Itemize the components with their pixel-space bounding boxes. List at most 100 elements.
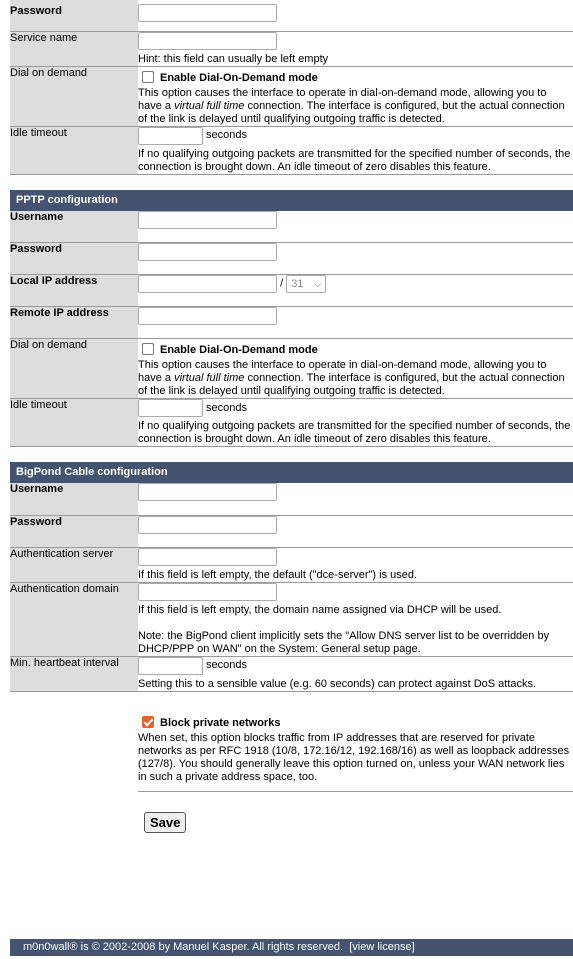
dial-cell: Enable Dial-On-Demand mode This option c… xyxy=(138,66,573,127)
heartbeat-cell: seconds Setting this to a sensible value… xyxy=(138,656,573,692)
dial-checkbox-line: Enable Dial-On-Demand mode xyxy=(138,70,573,85)
block-private-line: Block private networks xyxy=(138,715,573,730)
bigpond-password-input[interactable] xyxy=(138,515,277,534)
block-private-label: Block private networks xyxy=(160,716,281,729)
service-name-hint: Hint: this field can usually be left emp… xyxy=(138,52,329,65)
pptp-dial-row: Dial on demand Enable Dial-On-Demand mod… xyxy=(10,338,573,399)
footer: m0n0wall® is © 2002-2008 by Manuel Kaspe… xyxy=(10,939,573,956)
dial-label: Dial on demand xyxy=(10,66,138,127)
service-name-row: Service name Hint: this field can usuall… xyxy=(10,31,573,67)
pptp-username-label: Username xyxy=(10,210,138,243)
heartbeat-input[interactable] xyxy=(138,656,203,675)
auth-server-hint: If this field is left empty, the default… xyxy=(138,568,418,581)
save-row: Save xyxy=(10,791,573,833)
pptp-username-input[interactable] xyxy=(138,210,277,229)
pptp-idle-cell: seconds If no qualifying outgoing packet… xyxy=(138,398,573,447)
view-license-link[interactable]: [view license] xyxy=(349,941,414,953)
copyright-text: m0n0wall® is © 2002-2008 by Manuel Kaspe… xyxy=(23,941,344,953)
auth-domain-hint: If this field is left empty, the domain … xyxy=(138,603,502,616)
auth-server-cell: If this field is left empty, the default… xyxy=(138,547,573,583)
heartbeat-label: Min. heartbeat interval xyxy=(10,656,138,692)
pptp-dial-cell: Enable Dial-On-Demand mode This option c… xyxy=(138,338,573,399)
dial-on-demand-checkbox[interactable] xyxy=(142,70,154,83)
bigpond-password-row: Password xyxy=(10,515,573,548)
pptp-username-cell xyxy=(138,210,573,243)
subnet-select-value: 31 xyxy=(291,278,304,290)
dial-desc-em: virtual full time xyxy=(174,99,245,112)
pptp-idle-timeout-input[interactable] xyxy=(138,399,203,417)
pptp-idle-units: seconds xyxy=(206,401,247,414)
pptp-section-header: PPTP configuration xyxy=(10,189,573,211)
pptp-dial-label: Dial on demand xyxy=(10,338,138,399)
service-name-input[interactable] xyxy=(138,31,277,50)
pppoe-password-row: Password xyxy=(10,0,573,32)
empty-label-cell xyxy=(10,712,138,792)
auth-domain-cell: If this field is left empty, the domain … xyxy=(138,582,573,657)
bigpond-section-header: BigPond Cable configuration xyxy=(10,462,573,483)
password-label: Password xyxy=(10,0,138,32)
pptp-password-cell xyxy=(138,242,573,275)
subnet-separator: / xyxy=(280,277,284,290)
save-cell: Save xyxy=(138,791,573,833)
pptp-password-row: Password xyxy=(10,242,573,275)
pptp-dial-checkbox-label: Enable Dial-On-Demand mode xyxy=(160,344,318,356)
pptp-remote-ip-cell xyxy=(138,306,573,339)
pptp-local-ip-cell: / 31 ⌵ xyxy=(138,274,573,307)
auth-server-label: Authentication server xyxy=(10,547,138,583)
pptp-local-ip-input[interactable] xyxy=(138,275,277,293)
pppoe-table: Password Service name Hint: this field c… xyxy=(10,0,573,175)
dial-checkbox-label: Enable Dial-On-Demand mode xyxy=(160,71,318,84)
bigpond-username-cell xyxy=(138,483,573,516)
pptp-username-row: Username xyxy=(10,210,573,243)
wan-form: Password Service name Hint: this field c… xyxy=(10,0,573,833)
idle-cell: seconds If no qualifying outgoing packet… xyxy=(138,126,573,175)
pppoe-idle-row: Idle timeout seconds If no qualifying ou… xyxy=(10,126,573,175)
pppoe-password-input[interactable] xyxy=(138,4,277,22)
auth-server-input[interactable] xyxy=(138,547,277,566)
pptp-password-input[interactable] xyxy=(138,243,277,261)
private-table: Block private networks When set, this op… xyxy=(10,711,573,833)
block-private-checkbox[interactable] xyxy=(142,715,154,728)
pptp-local-ip-label: Local IP address xyxy=(10,274,138,307)
pptp-dial-on-demand-checkbox[interactable] xyxy=(142,343,154,355)
pptp-remote-ip-label: Remote IP address xyxy=(10,306,138,339)
pptp-idle-label: Idle timeout xyxy=(10,398,138,447)
pptp-idle-desc: If no qualifying outgoing packets are tr… xyxy=(138,420,571,445)
save-button[interactable]: Save xyxy=(144,811,187,833)
auth-domain-note: Note: the BigPond client implicitly sets… xyxy=(138,629,550,655)
bigpond-table: Username Password Authentication server … xyxy=(10,483,573,692)
idle-timeout-input[interactable] xyxy=(138,126,203,145)
block-private-cell: Block private networks When set, this op… xyxy=(138,711,573,792)
block-private-row: Block private networks When set, this op… xyxy=(10,711,573,792)
idle-desc: If no qualifying outgoing packets are tr… xyxy=(138,147,571,173)
auth-domain-input[interactable] xyxy=(138,582,277,601)
heartbeat-units: seconds xyxy=(206,659,247,671)
pptp-remote-ip-input[interactable] xyxy=(138,307,277,325)
pptp-dial-desc-em: virtual full time xyxy=(174,372,245,384)
service-name-cell: Hint: this field can usually be left emp… xyxy=(138,31,573,67)
block-private-desc: When set, this option blocks traffic fro… xyxy=(138,731,570,783)
auth-domain-label: Authentication domain xyxy=(10,582,138,657)
bigpond-username-input[interactable] xyxy=(138,483,277,501)
pptp-local-ip-row: Local IP address / 31 ⌵ xyxy=(10,274,573,307)
bigpond-password-cell xyxy=(138,515,573,548)
pptp-idle-row: Idle timeout seconds If no qualifying ou… xyxy=(10,398,573,447)
pptp-remote-ip-row: Remote IP address xyxy=(10,306,573,339)
subnet-select[interactable]: 31 ⌵ xyxy=(286,275,327,293)
auth-server-row: Authentication server If this field is l… xyxy=(10,547,573,583)
pptp-dial-checkbox-line: Enable Dial-On-Demand mode xyxy=(138,343,573,357)
service-name-label: Service name xyxy=(10,31,138,67)
pppoe-dial-row: Dial on demand Enable Dial-On-Demand mod… xyxy=(10,66,573,127)
idle-units: seconds xyxy=(206,129,247,141)
pptp-table: Username Password Local IP address / 31 ⌵… xyxy=(10,210,573,447)
password-cell xyxy=(138,0,573,32)
heartbeat-hint: Setting this to a sensible value (e.g. 6… xyxy=(138,677,537,690)
idle-label: Idle timeout xyxy=(10,126,138,175)
pptp-password-label: Password xyxy=(10,242,138,275)
heartbeat-row: Min. heartbeat interval seconds Setting … xyxy=(10,656,573,692)
chevron-down-icon: ⌵ xyxy=(314,279,322,289)
empty-label-cell xyxy=(10,791,138,833)
